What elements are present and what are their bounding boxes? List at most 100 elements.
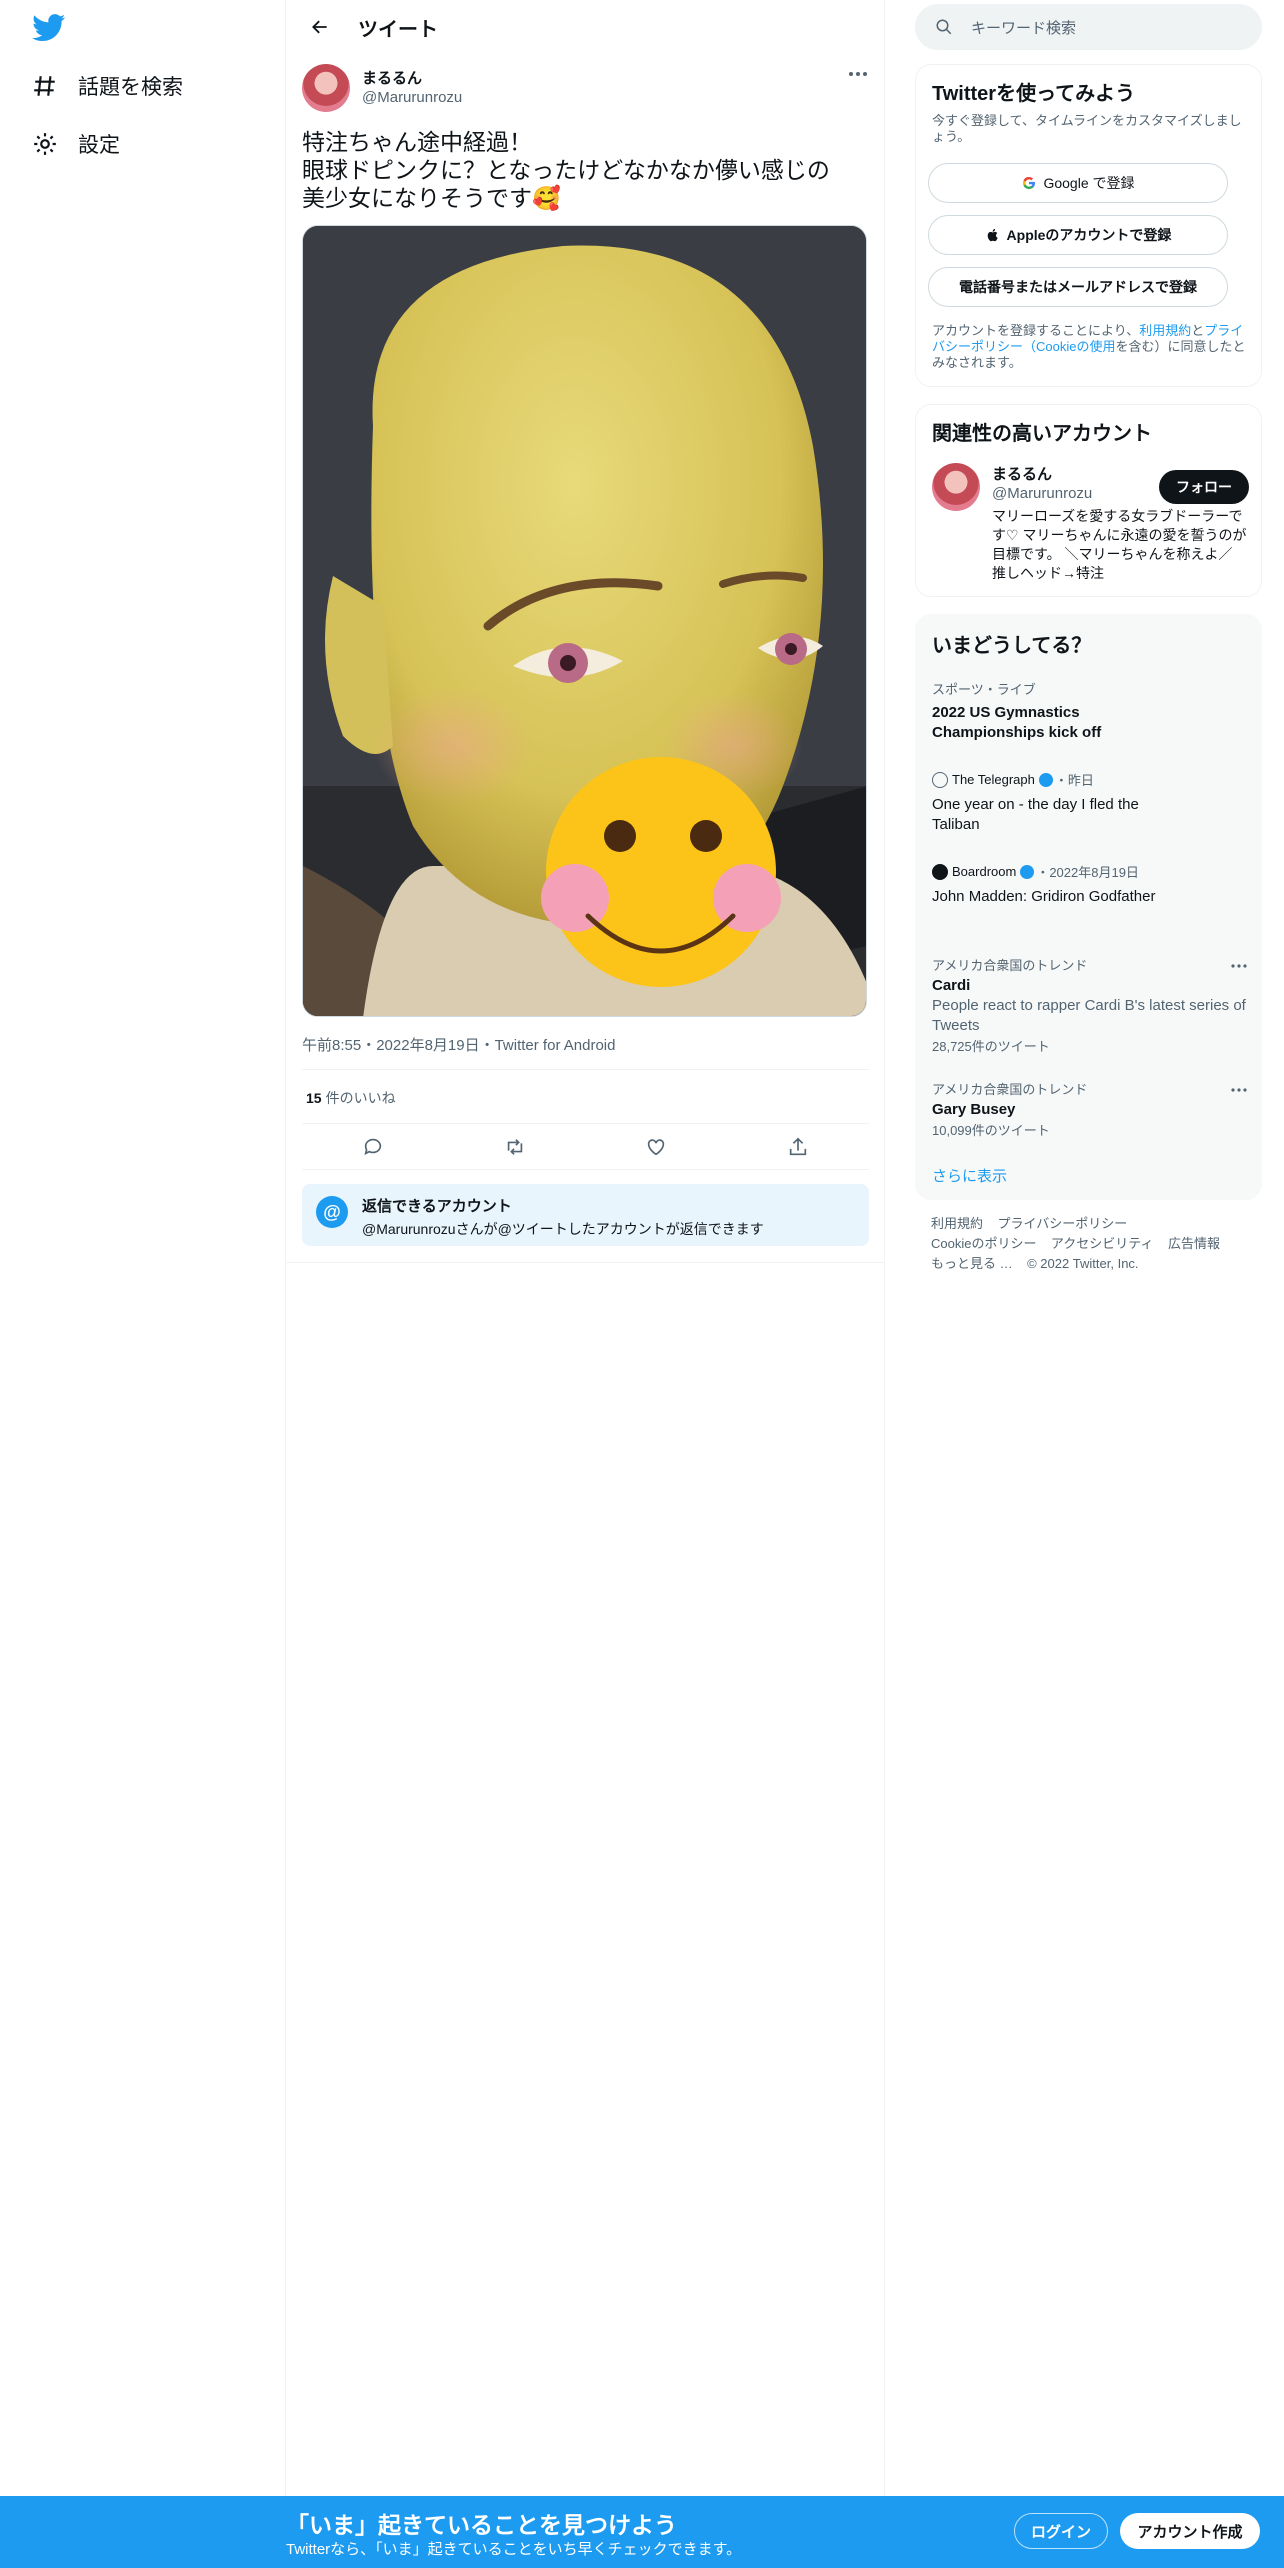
reply-restriction-box: @ 返信できるアカウント @Marurunrozuさんが@ツイートしたアカウント… xyxy=(302,1184,869,1246)
phone-email-signup-label: 電話番号またはメールアドレスで登録 xyxy=(959,279,1197,295)
phone-email-signup-button[interactable]: 電話番号またはメールアドレスで登録 xyxy=(928,267,1228,307)
divider xyxy=(302,1123,869,1124)
nav-explore[interactable]: 話題を検索 xyxy=(32,64,183,108)
reply-icon[interactable] xyxy=(362,1136,384,1158)
signup-banner: 「いま」起きていることを見つけよう Twitterなら、「いま」起きていることを… xyxy=(0,2496,1284,2568)
at-sign-icon: @ xyxy=(316,1196,348,1228)
likes-count[interactable]: 15 件のいいね xyxy=(306,1088,396,1108)
header: ツイート xyxy=(286,0,885,54)
trend-item[interactable]: アメリカ合衆国のトレンド Cardi People react to rappe… xyxy=(932,955,1250,1055)
trend-source: Boardroom xyxy=(952,864,1017,879)
back-button[interactable] xyxy=(300,7,340,47)
signup-subtitle: 今すぐ登録して、タイムラインをカスタマイズしましょう。 xyxy=(932,113,1242,144)
reply-restriction-text: @Marurunrozuさんが@ツイートしたアカウントが返信できます xyxy=(362,1221,764,1237)
divider xyxy=(286,1262,885,1263)
footer-links: 利用規約 プライバシーポリシー Cookieのポリシー アクセシビリティ 広告情… xyxy=(931,1214,1261,1274)
retweet-icon[interactable] xyxy=(504,1136,526,1158)
telegraph-logo-icon xyxy=(932,771,948,788)
boardroom-logo-icon xyxy=(932,863,948,880)
tweet-line-2: 眼球ドピンクに？となったけどなかなか儚い感じの xyxy=(302,157,830,183)
terms-link[interactable]: 利用規約 xyxy=(1139,323,1191,338)
more-options-icon[interactable] xyxy=(848,68,868,80)
terms-conjunction: と xyxy=(1191,323,1205,338)
search-icon xyxy=(936,19,952,35)
doll-head-image xyxy=(303,226,866,1016)
footer-copyright: © 2022 Twitter, Inc. xyxy=(1027,1256,1139,1271)
more-options-icon[interactable] xyxy=(1231,963,1247,969)
apple-signup-label: Appleのアカウントで登録 xyxy=(1006,227,1172,243)
trend-source-row: Boardroom ・2022年8月19日 xyxy=(932,862,1250,881)
tweet-timestamp[interactable]: 午前8:55・2022年8月19日・Twitter for Android xyxy=(302,1034,615,1055)
left-sidebar: 話題を検索 設定 xyxy=(0,0,286,2568)
tweet-photo[interactable] xyxy=(302,225,867,1017)
trend-title: Cardi xyxy=(932,977,971,994)
trend-item[interactable]: アメリカ合衆国のトレンド Gary Busey 10,099件のツイート xyxy=(932,1079,1250,1139)
trend-count: 10,099件のツイート xyxy=(932,1123,1050,1138)
page-title: ツイート xyxy=(358,18,438,41)
footer-ads[interactable]: 広告情報 xyxy=(1168,1236,1220,1251)
search-input[interactable]: キーワード検索 xyxy=(915,4,1262,50)
trend-item[interactable]: Boardroom ・2022年8月19日 John Madden: Gridi… xyxy=(932,862,1250,907)
follow-button[interactable]: フォロー xyxy=(1159,470,1249,504)
twitter-bird-icon[interactable] xyxy=(32,14,66,42)
trend-context: アメリカ合衆国のトレンド xyxy=(932,958,1088,973)
related-name[interactable]: まるるん xyxy=(992,463,1052,484)
apple-icon xyxy=(987,228,998,242)
nav-settings[interactable]: 設定 xyxy=(32,122,120,166)
main-column: ツイート まるるん @Marurunrozu 特注ちゃん途中経過！ 眼球ドピンク… xyxy=(286,0,885,2568)
google-icon xyxy=(1023,176,1036,190)
likes-label: 件のいいね xyxy=(325,1090,396,1106)
tweet-text: 特注ちゃん途中経過！ 眼球ドピンクに？となったけどなかなか儚い感じの 美少女にな… xyxy=(302,128,872,212)
login-button[interactable]: ログイン xyxy=(1014,2513,1108,2549)
terms-text: アカウントを登録することにより、利用規約とプライバシーポリシー（Cookieの使… xyxy=(932,323,1250,371)
verified-icon xyxy=(1020,864,1035,879)
signup-button[interactable]: アカウント作成 xyxy=(1120,2513,1260,2549)
trends-title: いまどうしてる？ xyxy=(932,635,1092,657)
nav-explore-label: 話題を検索 xyxy=(78,76,183,99)
like-icon[interactable] xyxy=(645,1136,667,1158)
trend-time: ・昨日 xyxy=(1054,773,1094,788)
apple-signup-button[interactable]: Appleのアカウントで登録 xyxy=(928,215,1228,255)
trend-context: アメリカ合衆国のトレンド xyxy=(932,1082,1088,1097)
footer-more[interactable]: もっと見る … xyxy=(931,1256,1013,1271)
footer-cookie[interactable]: Cookieのポリシー xyxy=(931,1236,1036,1251)
divider xyxy=(302,1069,869,1070)
tweet-line-3: 美少女になりそうです🥰 xyxy=(302,185,561,211)
footer-privacy[interactable]: プライバシーポリシー xyxy=(997,1216,1127,1231)
divider xyxy=(302,1169,869,1170)
author-handle[interactable]: @Marurunrozu xyxy=(362,89,462,106)
avatar[interactable] xyxy=(302,64,350,112)
trend-title: 2022 US Gymnastics Championships kick of… xyxy=(932,704,1102,741)
hashtag-icon xyxy=(34,76,55,96)
search-placeholder: キーワード検索 xyxy=(971,19,1077,37)
back-arrow-icon xyxy=(312,20,327,34)
trend-title: One year on - the day I fled the Taliban xyxy=(932,796,1139,833)
related-avatar[interactable] xyxy=(932,463,980,511)
signup-title: Twitterを使ってみよう xyxy=(932,83,1136,105)
trend-item[interactable]: The Telegraph ・昨日 One year on - the day … xyxy=(932,770,1250,835)
trend-description: People react to rapper Cardi B's latest … xyxy=(932,997,1246,1034)
reply-restriction-title: 返信できるアカウント xyxy=(362,1198,512,1215)
trend-source: The Telegraph xyxy=(952,772,1035,787)
related-title: 関連性の高いアカウント xyxy=(932,423,1152,445)
more-options-icon[interactable] xyxy=(1231,1087,1247,1093)
related-handle[interactable]: @Marurunrozu xyxy=(992,485,1092,502)
nav-settings-label: 設定 xyxy=(78,134,120,157)
banner-title: 「いま」起きていることを見つけよう xyxy=(286,2512,677,2538)
related-bio: マリーローズを愛する女ラブドーラーです♡ マリーちゃんに永遠の愛を誓うのが目標で… xyxy=(992,508,1247,581)
share-icon[interactable] xyxy=(787,1136,809,1158)
trend-time: ・2022年8月19日 xyxy=(1036,865,1139,880)
signup-card: Twitterを使ってみよう 今すぐ登録して、タイムラインをカスタマイズしましょ… xyxy=(915,64,1262,387)
footer-accessibility[interactable]: アクセシビリティ xyxy=(1051,1236,1154,1251)
tweet-actions xyxy=(302,1130,869,1164)
footer-terms[interactable]: 利用規約 xyxy=(931,1216,983,1231)
trend-item[interactable]: スポーツ・ライブ 2022 US Gymnastics Championship… xyxy=(932,679,1250,743)
show-more-link[interactable]: さらに表示 xyxy=(932,1165,1007,1186)
trends-card: いまどうしてる？ スポーツ・ライブ 2022 US Gymnastics Cha… xyxy=(915,614,1262,1200)
trend-title: John Madden: Gridiron Godfather xyxy=(932,888,1156,905)
author-name[interactable]: まるるん xyxy=(362,67,422,88)
tweet-line-1: 特注ちゃん途中経過！ xyxy=(302,129,532,155)
related-accounts-card: 関連性の高いアカウント まるるん @Marurunrozu フォロー マリーロー… xyxy=(915,404,1262,597)
terms-prefix: アカウントを登録することにより、 xyxy=(932,323,1140,338)
google-signup-button[interactable]: Google で登録 xyxy=(928,163,1228,203)
